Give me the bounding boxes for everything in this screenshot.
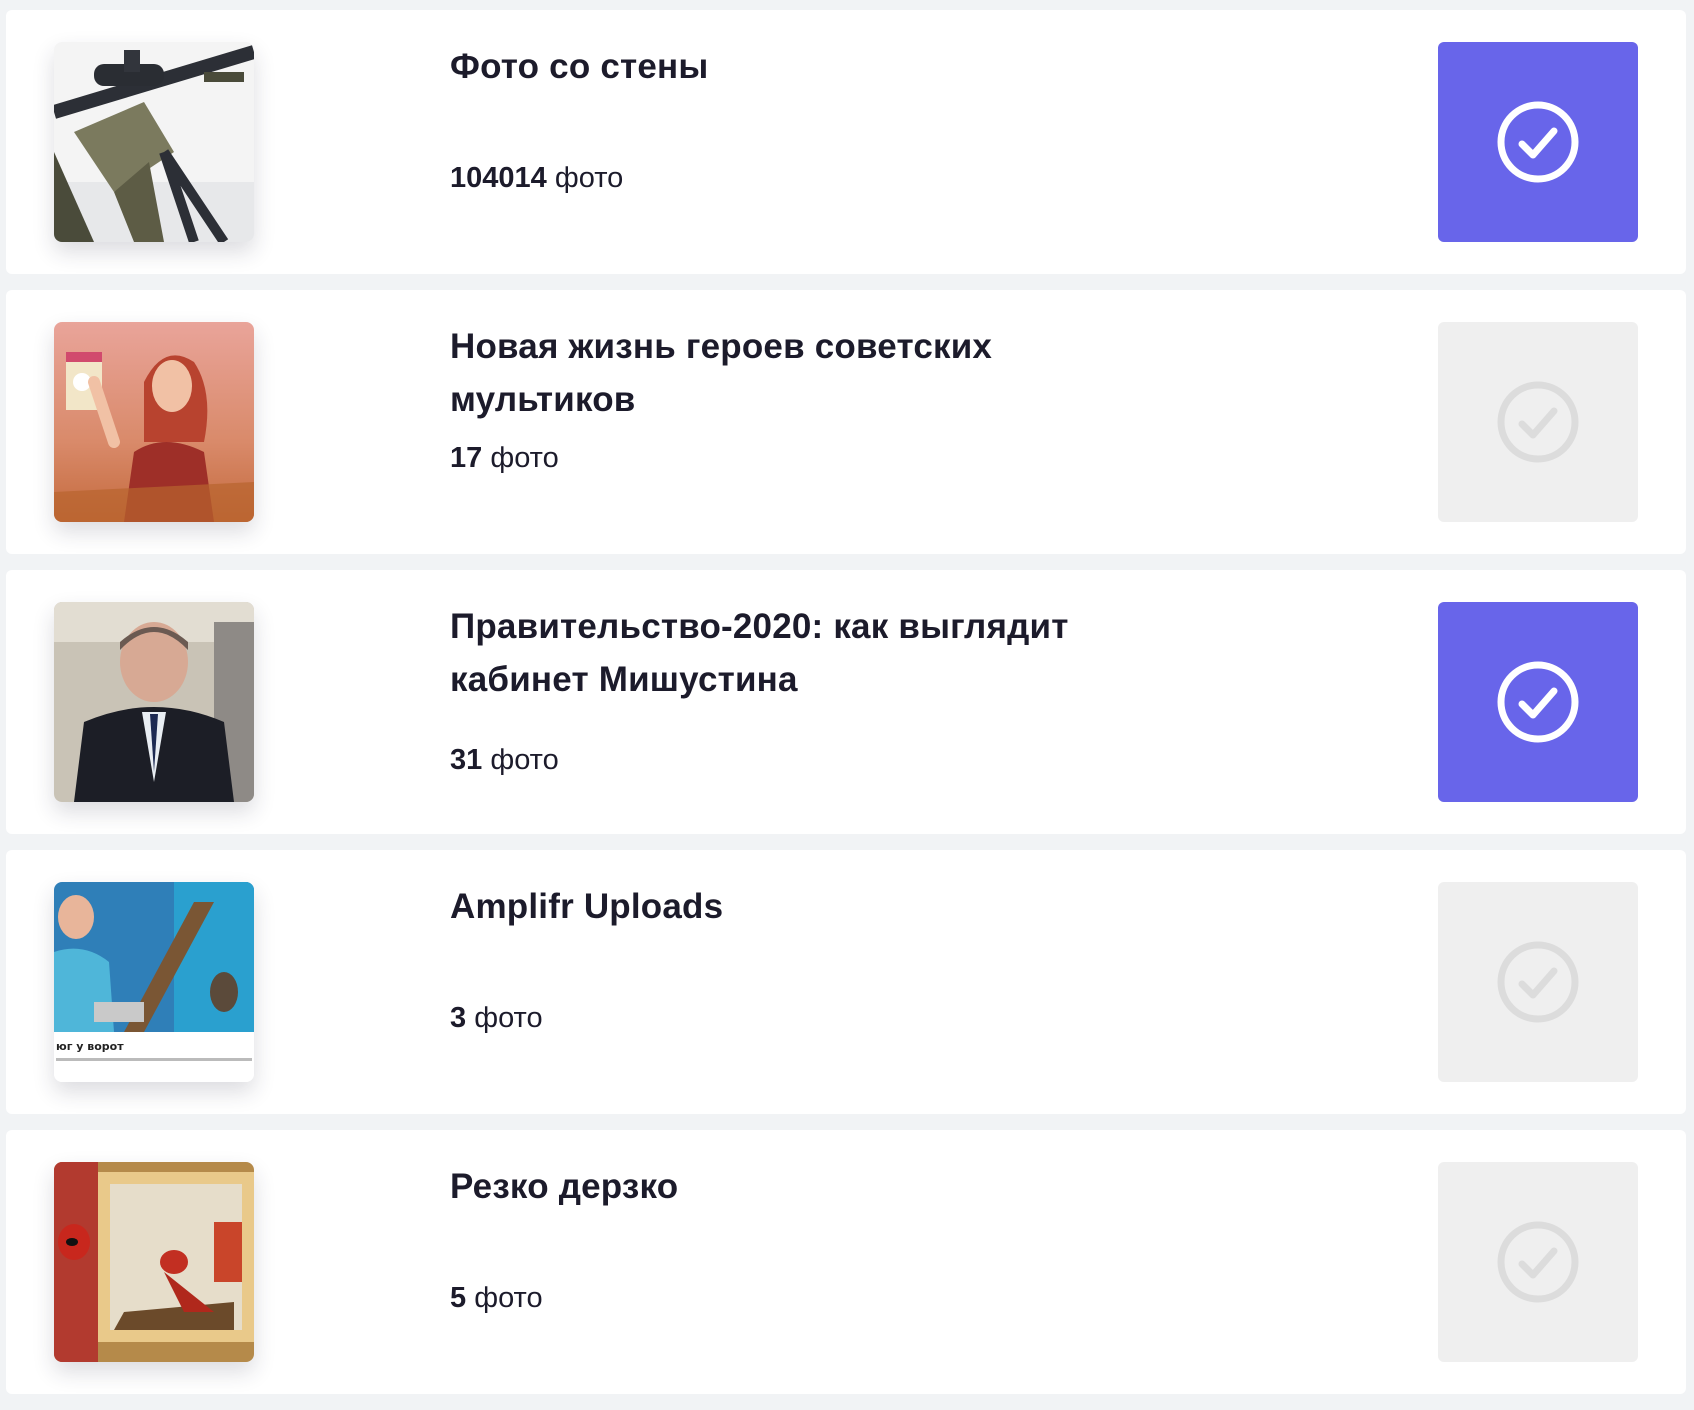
- select-album-button[interactable]: [1438, 322, 1638, 522]
- album-title: Правительство-2020: как выглядит кабинет…: [450, 607, 1069, 699]
- album-card[interactable]: Резко дерзко 5 фото: [6, 1130, 1686, 1394]
- check-circle-icon: [1497, 941, 1579, 1023]
- album-thumbnail[interactable]: [54, 42, 254, 242]
- album-title: Новая жизнь героев советских мультиков: [450, 327, 993, 419]
- album-title: Фото со стены: [450, 47, 709, 86]
- album-card[interactable]: Фото со стены 104014 фото: [6, 10, 1686, 274]
- album-card[interactable]: Правительство-2020: как выглядит кабинет…: [6, 570, 1686, 834]
- thumbnail-caption: юг у ворот: [56, 1040, 124, 1053]
- photo-count-number: 17: [450, 442, 483, 474]
- photo-count-unit: фото: [490, 744, 559, 776]
- photo-count-unit: фото: [554, 162, 624, 194]
- check-circle-icon: [1497, 101, 1579, 183]
- album-list: Фото со стены 104014 фото Новая жизнь ге…: [6, 10, 1686, 1410]
- check-circle-icon: [1497, 381, 1579, 463]
- select-album-button[interactable]: [1438, 42, 1638, 242]
- album-photo-count: 104014 фото: [450, 160, 623, 196]
- album-title: Amplifr Uploads: [450, 887, 724, 926]
- album-photo-count: 3 фото: [450, 1000, 543, 1036]
- photo-count-number: 104014: [450, 162, 547, 194]
- album-thumbnail[interactable]: [54, 602, 254, 802]
- photo-count-number: 3: [450, 1002, 467, 1034]
- album-photo-count: 5 фото: [450, 1280, 543, 1316]
- album-title: Резко дерзко: [450, 1167, 679, 1206]
- select-album-button[interactable]: [1438, 882, 1638, 1082]
- photo-count-number: 5: [450, 1282, 467, 1314]
- album-photo-count: 17 фото: [450, 440, 559, 476]
- select-album-button[interactable]: [1438, 602, 1638, 802]
- album-thumbnail[interactable]: [54, 1162, 254, 1362]
- photo-count-unit: фото: [474, 1002, 543, 1034]
- photo-count-unit: фото: [490, 442, 559, 474]
- check-circle-icon: [1497, 1221, 1579, 1303]
- select-album-button[interactable]: [1438, 1162, 1638, 1362]
- check-circle-icon: [1497, 661, 1579, 743]
- photo-count-number: 31: [450, 744, 483, 776]
- photo-count-unit: фото: [474, 1282, 543, 1314]
- album-photo-count: 31 фото: [450, 742, 559, 778]
- album-card[interactable]: Новая жизнь героев советских мультиков 1…: [6, 290, 1686, 554]
- album-thumbnail[interactable]: [54, 322, 254, 522]
- album-thumbnail[interactable]: юг у ворот: [54, 882, 254, 1082]
- album-card[interactable]: юг у ворот Amplifr Uploads 3 фото: [6, 850, 1686, 1114]
